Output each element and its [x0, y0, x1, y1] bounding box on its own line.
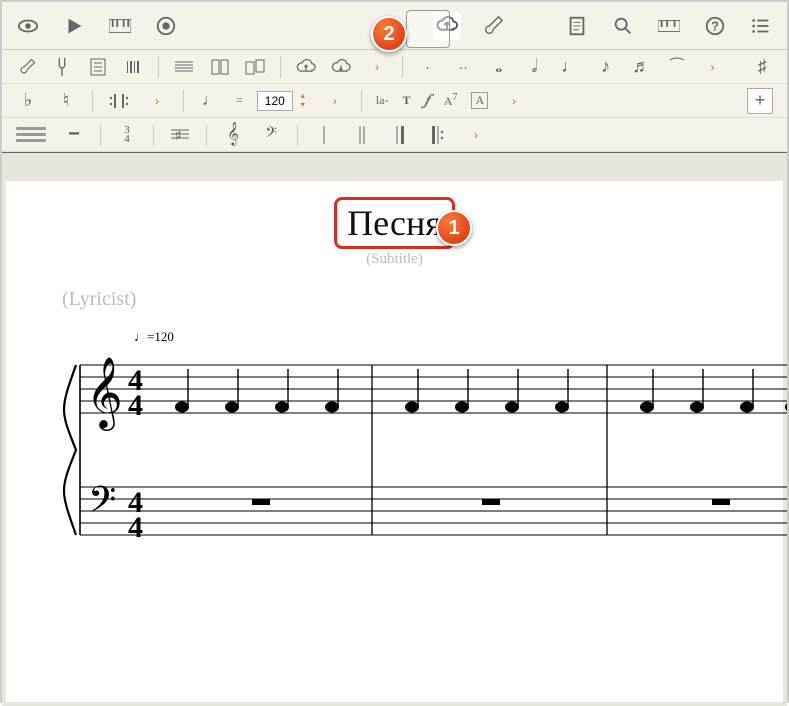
chevron-right-icon[interactable]: › [145, 89, 169, 113]
flat-icon[interactable]: ♭ [16, 89, 40, 113]
song-subtitle[interactable]: (Subtitle) [6, 251, 783, 268]
cloud-up-small-icon[interactable] [295, 55, 317, 79]
book-icon[interactable] [209, 55, 231, 79]
chevron-right-icon[interactable]: › [366, 55, 388, 79]
add-button[interactable]: + [747, 88, 773, 114]
dynamics-tool[interactable]: 𝆑 [424, 92, 429, 110]
mini-piano-icon[interactable] [655, 12, 683, 40]
staff-icon[interactable] [173, 55, 195, 79]
tempo-input-group: ▴ ▾ [257, 91, 309, 111]
callout-2: 2 [371, 16, 407, 52]
record-icon[interactable] [152, 12, 180, 40]
rehearsal-mark-tool[interactable]: A [471, 92, 488, 109]
books-icon[interactable] [245, 55, 267, 79]
half-note-icon[interactable]: 𝅗𝅥 [524, 55, 546, 79]
quarter-note-icon[interactable]: ♩ [559, 55, 581, 79]
barline-repeat-icon[interactable] [426, 123, 450, 147]
key-sig-icon[interactable]: ♯ [168, 123, 192, 147]
tool-row-2: ♭ ♮ › ♩ = ▴ ▾ › la- T 𝆑 A7 A › + [2, 84, 787, 118]
guitar-small-icon[interactable] [16, 55, 38, 79]
list-icon[interactable] [747, 12, 775, 40]
whole-note-icon[interactable]: 𝅝 [488, 55, 510, 79]
double-dot-icon[interactable]: ·· [452, 55, 474, 79]
minus-icon[interactable]: − [62, 123, 86, 147]
time-sig-34-icon[interactable]: 34 [115, 123, 139, 147]
chevron-right-icon[interactable]: › [323, 89, 347, 113]
search-icon[interactable] [609, 12, 637, 40]
quarter-note-tempo-icon: ♩ [198, 89, 222, 113]
chevron-right-icon[interactable]: › [464, 123, 488, 147]
repeat-bars-icon[interactable] [107, 89, 131, 113]
svg-text:4: 4 [128, 389, 143, 422]
svg-text:𝄞: 𝄞 [86, 357, 123, 431]
sixteenth-note-icon[interactable]: ♬ [630, 55, 652, 79]
grand-staff[interactable]: 𝄞 𝄢 4 4 4 4 [62, 355, 783, 545]
svg-text:𝄢: 𝄢 [88, 480, 116, 529]
play-icon[interactable] [60, 12, 88, 40]
help-icon[interactable]: ? [701, 12, 729, 40]
tempo-input[interactable] [257, 91, 293, 111]
equals-label: = [236, 93, 243, 108]
tool-row-1: › · ·· 𝅝 𝅗𝅥 ♩ ♪ ♬ ⁀ › ♯ [2, 50, 787, 84]
lyricist-placeholder[interactable]: (Lyricist) [62, 288, 783, 311]
svg-text:?: ? [711, 18, 719, 33]
eye-icon[interactable] [14, 12, 42, 40]
natural-icon[interactable]: ♮ [54, 89, 78, 113]
chevron-right-icon[interactable]: › [702, 55, 724, 79]
sharp-icon[interactable]: ♯ [751, 55, 773, 79]
bass-clef-icon[interactable]: 𝄢 [259, 123, 283, 147]
guitar-icon[interactable] [479, 12, 507, 40]
text-tool[interactable]: T [402, 93, 410, 108]
treble-clef-icon[interactable]: 𝄞 [221, 123, 245, 147]
menu-icon[interactable] [16, 124, 46, 146]
upload-highlight-box [406, 10, 450, 48]
tempo-down-icon[interactable]: ▾ [297, 101, 309, 110]
tempo-marking[interactable]: ♩=120 [134, 329, 783, 345]
canvas-area: Песня (Subtitle) (Lyricist) ♩=120 [2, 153, 787, 706]
document-icon[interactable] [563, 12, 591, 40]
piano-icon[interactable] [106, 12, 134, 40]
tool-row-3: − 34 ♯ 𝄞 𝄢 › [2, 118, 787, 152]
svg-text:♯: ♯ [175, 128, 181, 142]
tie-icon[interactable]: ⁀ [666, 55, 688, 79]
score-page-icon[interactable] [87, 55, 109, 79]
score-page[interactable]: Песня (Subtitle) (Lyricist) ♩=120 [6, 181, 783, 702]
barline-final-icon[interactable] [388, 123, 412, 147]
svg-text:4: 4 [128, 511, 143, 544]
callout-1: 1 [436, 210, 472, 246]
barline-single-icon[interactable] [312, 123, 336, 147]
secondary-toolbar: › · ·· 𝅝 𝅗𝅥 ♩ ♪ ♬ ⁀ › ♯ ♭ ♮ › ♩ = ▴ ▾ › … [2, 50, 787, 153]
chevron-right-icon[interactable]: › [502, 89, 526, 113]
eighth-note-icon[interactable]: ♪ [595, 55, 617, 79]
tuning-fork-icon[interactable] [52, 55, 74, 79]
cloud-down-small-icon[interactable] [331, 55, 353, 79]
barcode-icon[interactable] [123, 55, 145, 79]
dot-icon[interactable]: · [417, 55, 439, 79]
lyrics-tool[interactable]: la- [376, 93, 389, 108]
barline-double-icon[interactable] [350, 123, 374, 147]
chord-tool[interactable]: A7 [444, 92, 458, 109]
